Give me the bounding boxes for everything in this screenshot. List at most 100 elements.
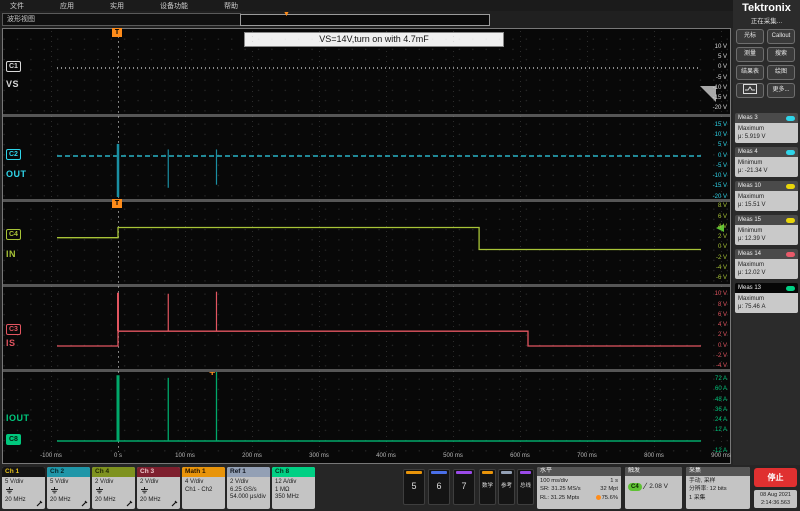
channel-badge-ref1[interactable]: Ref 12 V/div6.25 GS/s54.000 μs/div	[227, 467, 270, 509]
channel-badge-ch4[interactable]: Ch 42 V/div20 MHz	[92, 467, 135, 509]
measurement-badge-body: Maximumμ: 15.51 V	[735, 191, 798, 211]
trigger-panel-title: 触发	[625, 467, 682, 476]
sidebar-button-搜索[interactable]: 搜索	[767, 47, 795, 62]
channel-handle-c8[interactable]: C8	[6, 434, 21, 445]
measurement-badge[interactable]: Meas 15Minimumμ: 12.39 V	[735, 215, 798, 245]
measurement-badge-body: Minimumμ: -21.34 V	[735, 157, 798, 177]
sidebar-button-光标[interactable]: 光标	[736, 29, 764, 44]
time-tick-label: 200 ms	[232, 453, 272, 459]
menu-item[interactable]: 文件	[10, 1, 24, 11]
measurement-badge-body: Minimumμ: 12.39 V	[735, 225, 798, 245]
measurement-badge-header: Meas 14	[735, 249, 798, 259]
horizontal-panel-row: 100 ms/div1 s	[537, 476, 621, 485]
scale-label: 5 V	[718, 142, 727, 149]
channel-badge-header: Ch 3	[137, 467, 180, 477]
channel-badge-header: Math 1	[182, 467, 225, 477]
channel-badge-line: 1 MΩ	[275, 487, 315, 495]
channel-badge-line: 54.000 μs/div	[230, 494, 270, 502]
channel-label-is: IS	[6, 338, 16, 348]
waveform-plot[interactable]: VS=14V,turn on with 4.7mF -100 ms0 s100 …	[2, 28, 731, 464]
channel-badge-body: 5 V/div20 MHz	[2, 477, 45, 509]
scale-label: -20 V	[713, 105, 727, 112]
channel-button-7[interactable]: 7	[453, 469, 475, 505]
horizontal-value: 100 ms/div	[540, 478, 568, 485]
channel-badge-line: 2 V/div	[95, 479, 135, 487]
time-tick-label: 400 ms	[366, 453, 406, 459]
channel-badge-ch8[interactable]: Ch 812 A/div1 MΩ350 MHz	[272, 467, 315, 509]
group-button[interactable]: 参考	[498, 469, 515, 505]
channel-label-in: IN	[6, 249, 16, 259]
measurement-badge[interactable]: Meas 10Maximumμ: 15.51 V	[735, 181, 798, 211]
channel-badge-math1[interactable]: Math 14 V/divCh1 - Ch2	[182, 467, 225, 509]
probe-icon	[126, 500, 133, 507]
menu-item[interactable]: 实用	[110, 1, 124, 11]
channel-badge-header: Ch 4	[92, 467, 135, 477]
horizontal-panel-title: 水平	[537, 467, 621, 476]
channel-button-6[interactable]: 6	[428, 469, 450, 505]
menu-item[interactable]: 设备功能	[160, 1, 188, 11]
trigger-flag[interactable]: T	[112, 199, 122, 208]
channel-badge-line: Ch1 - Ch2	[185, 487, 225, 495]
horizontal-value: RL: 31.25 Mpts	[540, 495, 579, 502]
channel-badge-line	[50, 487, 90, 498]
measurement-badge[interactable]: Meas 4Minimumμ: -21.34 V	[735, 147, 798, 177]
sidebar-button-绘图[interactable]: 绘图	[767, 65, 795, 80]
measurement-badge[interactable]: Meas 3Maximumμ: 5.919 V	[735, 113, 798, 143]
measurement-stat: Minimum	[738, 227, 795, 235]
sidebar-button-Callout[interactable]: Callout	[767, 29, 795, 44]
stop-button[interactable]: 停止	[754, 468, 797, 487]
channel-badge-header: Ref 1	[227, 467, 270, 477]
time-axis: -100 ms0 s100 ms200 ms300 ms400 ms500 ms…	[3, 452, 730, 463]
channel-button-5[interactable]: 5	[403, 469, 425, 505]
channel-badge-line: 5 V/div	[50, 479, 90, 487]
measurement-badge[interactable]: Meas 14Maximumμ: 12.02 V	[735, 249, 798, 279]
channel-label-iout: IOUT	[6, 413, 30, 423]
group-button[interactable]: 数学	[479, 469, 496, 505]
measurement-value: μ: 5.919 V	[738, 133, 795, 141]
waveform-slice-is: 12 V10 V8 V6 V4 V2 V0 V-2 V-4 VC3IS	[3, 286, 730, 368]
trigger-panel[interactable]: 触发C4∕2.08 V	[625, 467, 682, 509]
channel-handle-c1[interactable]: C1	[6, 61, 21, 72]
measurement-badge-body: Maximumμ: 5.919 V	[735, 123, 798, 143]
measurement-stat: Minimum	[738, 159, 795, 167]
scope-display-icon[interactable]	[736, 83, 764, 98]
channel-handle-c4[interactable]: C4	[6, 229, 21, 240]
measurement-badge-header: Meas 13	[735, 283, 798, 293]
menu-item[interactable]: 应用	[60, 1, 74, 11]
channel-badge-body: 5 V/div20 MHz	[47, 477, 90, 509]
group-color-stripe	[482, 471, 493, 474]
slice-divider	[3, 284, 730, 287]
grid-line	[654, 31, 655, 452]
sidebar-button-结果表[interactable]: 结果表	[736, 65, 764, 80]
channel-badge-line: 5 V/div	[5, 479, 45, 487]
trigger-flag[interactable]: T	[112, 28, 122, 37]
group-button[interactable]: 总线	[517, 469, 534, 505]
measurement-badge[interactable]: Meas 13Maximumμ: 75.46 A	[735, 283, 798, 313]
acquisition-panel-title: 采集	[686, 467, 750, 476]
channel-badge-ch2[interactable]: Ch 25 V/div20 MHz	[47, 467, 90, 509]
sidebar-button-更多...[interactable]: 更多...	[767, 83, 795, 98]
grid-line	[453, 31, 454, 452]
channel-badge-ch1[interactable]: Ch 15 V/div20 MHz	[2, 467, 45, 509]
time-tick-label: -100 ms	[31, 453, 71, 459]
measurement-source-dot-icon	[786, 150, 795, 155]
acquisition-overview-strip[interactable]: ▼	[240, 14, 490, 26]
horizontal-panel[interactable]: 水平100 ms/div1 sSR: 31.25 MS/s32 MptRL: 3…	[537, 467, 621, 509]
channel-badge-line	[5, 487, 45, 498]
waveform-view-tab[interactable]: 波形视图	[2, 13, 241, 26]
channel-badge-ch3[interactable]: Ch 32 V/div20 MHz	[137, 467, 180, 509]
trigger-position-marker-icon[interactable]: ▼	[283, 11, 290, 18]
channel-handle-c3[interactable]: C3	[6, 324, 21, 335]
sidebar-buttons: 光标Callout测量搜索结果表绘图更多...	[733, 25, 800, 98]
time-tick-label: 300 ms	[299, 453, 339, 459]
waveform-slice-iout: 84 A72 A60 A48 A36 A24 A12 A-12 AC8IOUT	[3, 371, 730, 453]
sidebar-button-测量[interactable]: 测量	[736, 47, 764, 62]
time-tick-label: 100 ms	[165, 453, 205, 459]
menu-item[interactable]: 帮助	[224, 1, 238, 11]
channel-handle-c2[interactable]: C2	[6, 149, 21, 160]
grid-line	[51, 31, 52, 452]
waveform-slice-in: 8 V6 V4 V2 V0 V-2 V-4 V-6 V-8 VC4IN	[3, 201, 730, 283]
measurement-source-dot-icon	[786, 218, 795, 223]
scale-label: 6 V	[718, 312, 727, 319]
acquisition-panel[interactable]: 采集手动, 采样分辨率: 12 bits1 采集	[686, 467, 750, 509]
